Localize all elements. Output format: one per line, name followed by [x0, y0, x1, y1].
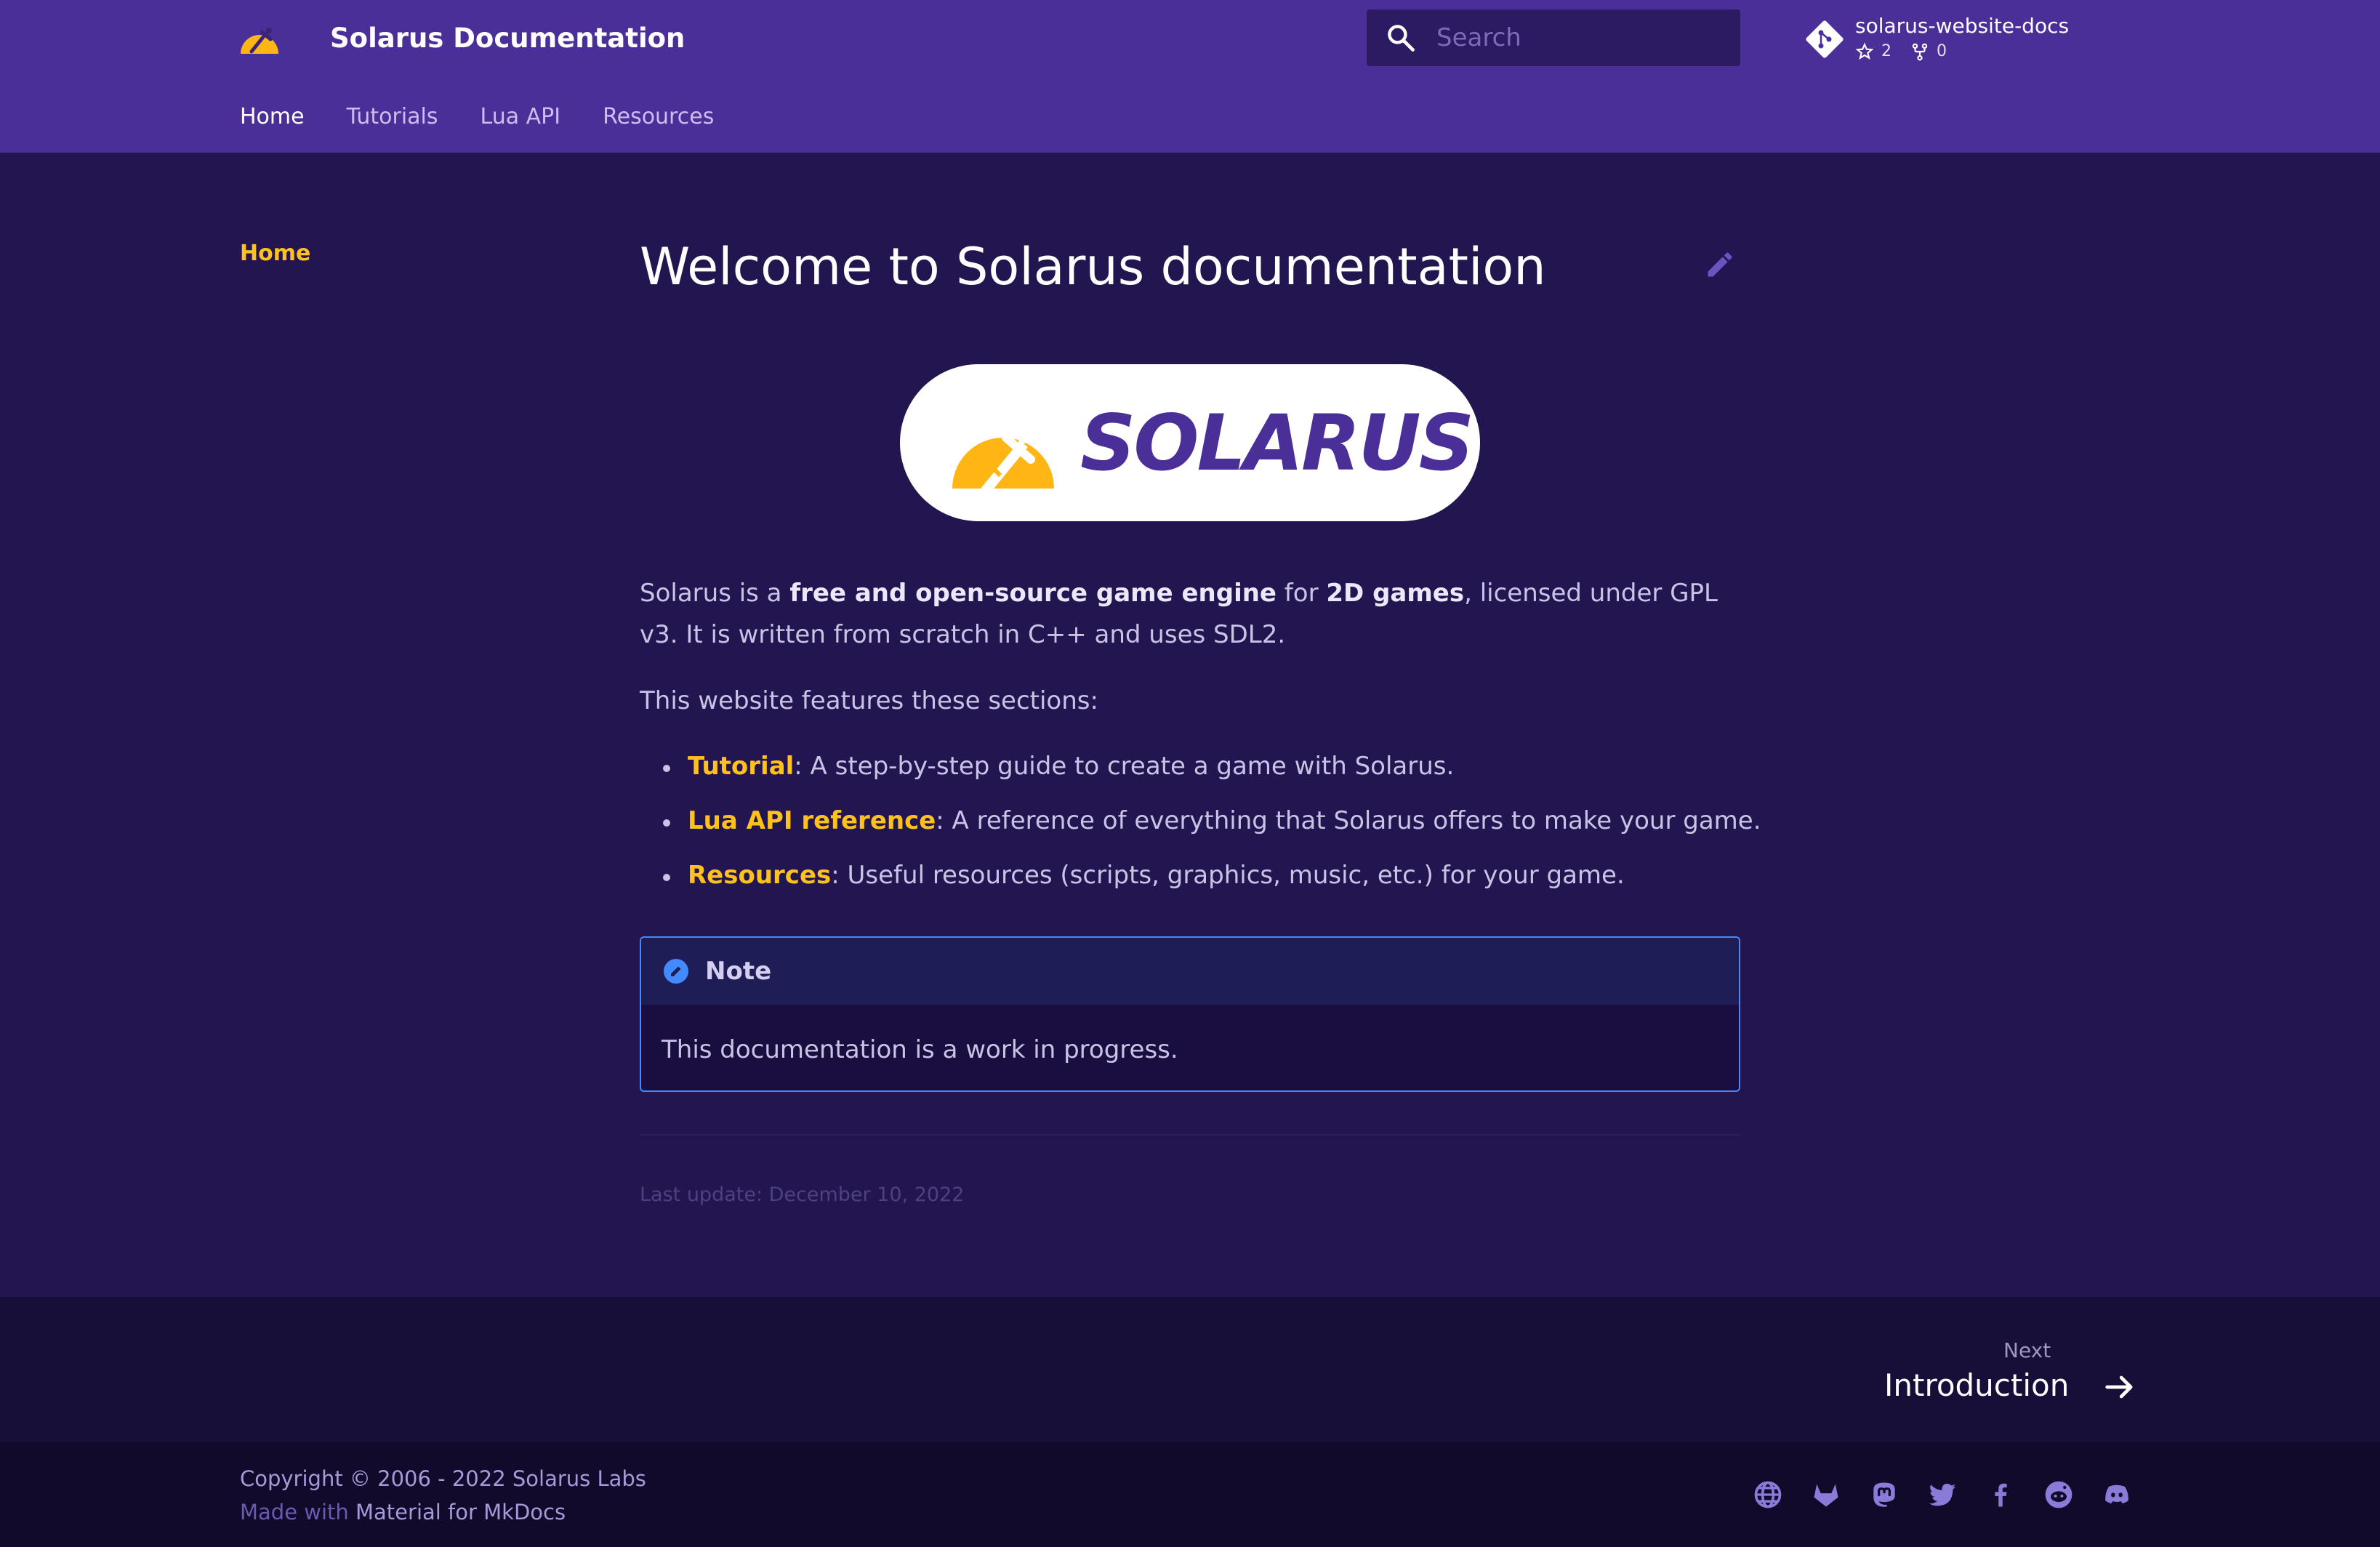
next-label: Next [2003, 1338, 2051, 1362]
gitlab-icon[interactable] [1810, 1479, 1842, 1511]
note-admonition: Note This documentation is a work in pro… [640, 936, 1740, 1092]
edit-page-icon[interactable] [1704, 249, 1736, 281]
next-page-link[interactable]: Introduction [1884, 1364, 2069, 1407]
note-title: Note [705, 957, 772, 986]
pencil-circle-icon [663, 958, 689, 984]
bullet-icon [663, 874, 670, 881]
last-update: Last update: December 10, 2022 [640, 1184, 965, 1206]
list-item: Lua API reference: A reference of everyt… [663, 800, 1761, 842]
star-icon [1855, 42, 1874, 60]
sections-intro: This website features these sections: [640, 686, 1098, 715]
tab-tutorials[interactable]: Tutorials [347, 99, 438, 135]
fork-count: 0 [1937, 42, 1947, 60]
mastodon-icon[interactable] [1868, 1479, 1900, 1511]
sidebar-item-home[interactable]: Home [240, 237, 310, 270]
tab-lua-api[interactable]: Lua API [481, 99, 561, 135]
reddit-icon[interactable] [2043, 1479, 2075, 1511]
repo-stats[interactable]: 2 0 [1855, 41, 1947, 63]
page-title: Welcome to Solarus documentation [640, 237, 1546, 297]
list-item: Resources: Useful resources (scripts, gr… [663, 855, 1746, 896]
list-item: Tutorial: A step-by-step guide to create… [663, 746, 1746, 787]
repo-name[interactable]: solarus-website-docs [1855, 12, 2069, 41]
solarus-wordmark: SOLARUS [1080, 398, 1474, 488]
sections-list: Tutorial: A step-by-step guide to create… [663, 746, 1761, 909]
content-divider [640, 1134, 1740, 1136]
mkdocs-link[interactable]: Material for MkDocs [355, 1500, 566, 1524]
intro-paragraph: Solarus is a free and open-source game e… [640, 579, 1718, 649]
copyright: Copyright © 2006 - 2022 Solarus Labs [240, 1466, 646, 1491]
bullet-icon [663, 765, 670, 772]
header-tabs: Home Tutorials Lua API Resources [240, 99, 756, 135]
arrow-right-icon[interactable] [2101, 1368, 2139, 1406]
tab-home[interactable]: Home [240, 99, 305, 135]
search-icon[interactable] [1385, 22, 1417, 54]
twitter-icon[interactable] [1926, 1479, 1958, 1511]
made-with: Made with Material for MkDocs [240, 1500, 566, 1524]
fork-icon [1912, 43, 1928, 61]
note-body: This documentation is a work in progress… [662, 1035, 1178, 1064]
link-lua-api-reference[interactable]: Lua API reference [688, 806, 936, 835]
solarus-logo-icon [949, 397, 1057, 496]
bullet-icon [663, 819, 670, 827]
social-links [1752, 1479, 2133, 1511]
facebook-icon[interactable] [1985, 1479, 2017, 1511]
site-logo-icon[interactable] [238, 17, 281, 60]
git-icon[interactable] [1801, 16, 1848, 63]
discord-icon[interactable] [2101, 1479, 2133, 1511]
globe-icon[interactable] [1752, 1479, 1784, 1511]
search-input[interactable] [1436, 9, 1734, 66]
link-tutorial[interactable]: Tutorial [688, 752, 794, 781]
site-title[interactable]: Solarus Documentation [330, 19, 685, 58]
star-count: 2 [1881, 42, 1891, 60]
note-header [641, 938, 1739, 1005]
tab-resources[interactable]: Resources [603, 99, 714, 135]
link-resources[interactable]: Resources [688, 861, 831, 890]
